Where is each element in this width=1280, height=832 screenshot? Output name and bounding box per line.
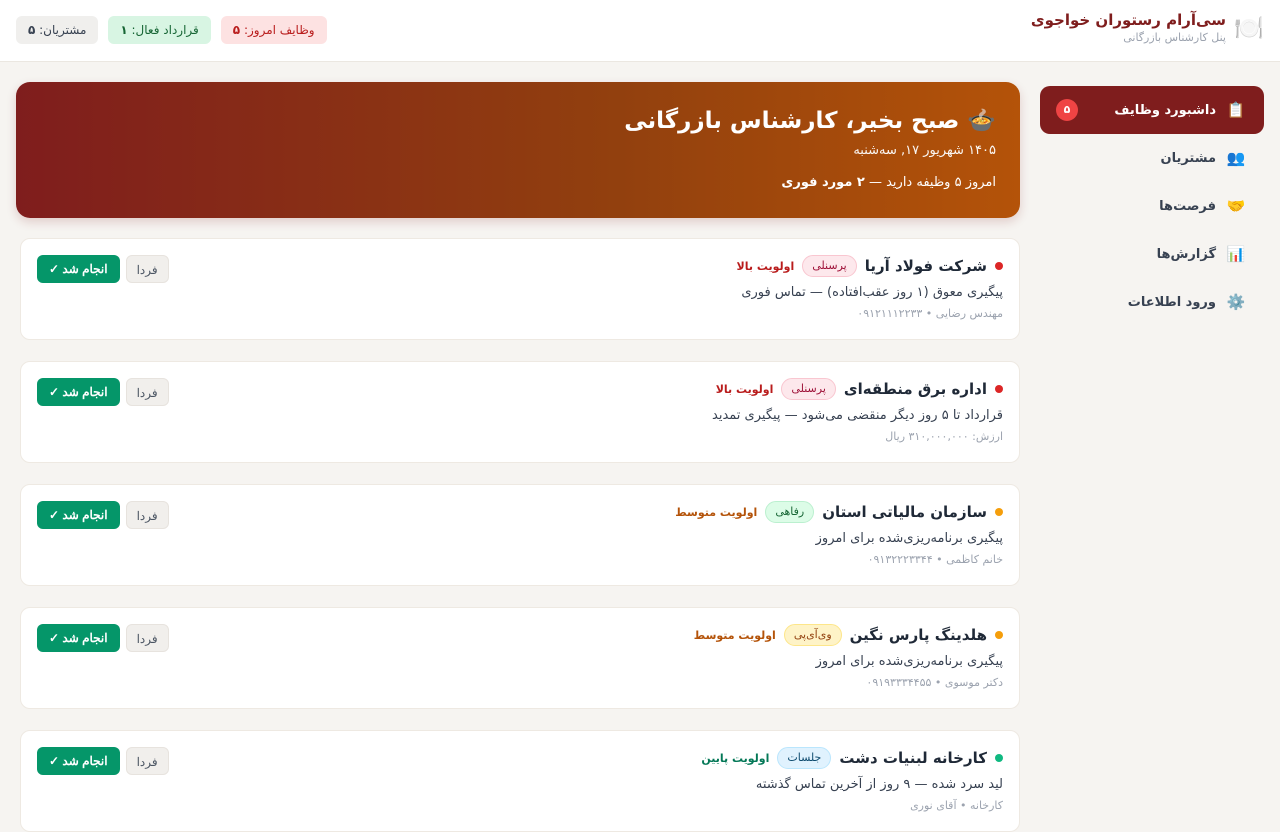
task-description: پیگیری برنامه‌ریزی‌شده برای امروز: [815, 531, 1003, 546]
gear-icon: ⚙️: [1226, 293, 1246, 311]
priority-dot: [995, 754, 1003, 762]
task-list: شرکت فولاد آریا پرسنلی اولویت بالا پیگیری م…: [16, 238, 1020, 832]
stat-badge: قرارداد فعال: ۱: [108, 16, 211, 44]
users-icon: 👥: [1226, 149, 1246, 167]
task-card: هلدینگ پارس نگین وی‌آی‌پی اولویت متوسط پیگی…: [20, 607, 1020, 709]
priority-dot: [995, 262, 1003, 270]
task-meta: دکتر موسوی • ۰۹۱۹۳۳۳۴۴۵۵: [866, 676, 1003, 689]
sidebar-item-label: ورود اطلاعات: [1127, 294, 1216, 310]
sidebar-item-chart[interactable]: 📊 گزارش‌ها: [1040, 230, 1264, 278]
mark-done-button[interactable]: انجام شد ✓: [37, 624, 120, 652]
sidebar-item-label: مشتریان: [1160, 150, 1216, 166]
task-description: قرارداد تا ۵ روز دیگر منقضی می‌شود — پیگ…: [712, 408, 1003, 423]
category-tag: رفاهی: [765, 501, 815, 523]
task-card: شرکت فولاد آریا پرسنلی اولویت بالا پیگیری م…: [20, 238, 1020, 340]
priority-dot: [995, 508, 1003, 516]
task-customer-name[interactable]: سازمان مالیاتی استان: [822, 503, 987, 521]
task-card: کارخانه لبنیات دشت جلسات اولویت پایین لید س…: [20, 730, 1020, 832]
sidebar-item-label: گزارش‌ها: [1156, 246, 1216, 262]
task-meta: مهندس رضایی • ۰۹۱۲۱۱۱۲۲۳۳: [857, 307, 1003, 320]
greeting-text: صبح بخیر، کارشناس بازرگانی: [624, 108, 960, 134]
priority-label: اولویت بالا: [736, 259, 795, 273]
clipboard-icon: 📋: [1226, 101, 1246, 119]
mark-done-button[interactable]: انجام شد ✓: [37, 747, 120, 775]
mark-done-button[interactable]: انجام شد ✓: [37, 378, 120, 406]
task-description: لید سرد شده — ۹ روز از آخرین تماس گذشته: [755, 777, 1003, 792]
priority-dot: [995, 631, 1003, 639]
task-customer-name[interactable]: اداره برق منطقه‌ای: [844, 380, 987, 398]
sidebar: 📋 داشبورد وظایف ۵ 👥 مشتریان 🤝 فرصت‌ها 📊 گزارش‌ها…: [1040, 86, 1264, 326]
count-badge: ۵: [1056, 99, 1078, 121]
task-card: سازمان مالیاتی استان رفاهی اولویت متوسط پیگ…: [20, 484, 1020, 586]
postpone-button[interactable]: فردا: [125, 501, 169, 529]
stat-badge: مشتریان: ۵: [16, 16, 99, 44]
priority-label: اولویت پایین: [701, 751, 770, 765]
greeting-banner: 🍲 صبح بخیر، کارشناس بازرگانی ۱۴۰۵ شهریور…: [16, 82, 1020, 218]
category-tag: وی‌آی‌پی: [783, 624, 842, 646]
task-summary: امروز ۵ وظیفه دارید — ۲ مورد فوری: [781, 175, 996, 190]
task-customer-name[interactable]: شرکت فولاد آریا: [865, 257, 987, 275]
task-customer-name[interactable]: کارخانه لبنیات دشت: [839, 749, 987, 767]
task-customer-name[interactable]: هلدینگ پارس نگین: [850, 626, 987, 644]
stat-badge: وظایف امروز: ۵: [220, 16, 327, 44]
category-tag: پرسنلی: [781, 378, 836, 400]
mark-done-button[interactable]: انجام شد ✓: [37, 255, 120, 283]
postpone-button[interactable]: فردا: [125, 255, 169, 283]
stats-bar: مشتریان: ۵ قرارداد فعال: ۱ وظایف امروز: ۵: [16, 16, 327, 44]
sidebar-item-label: فرصت‌ها: [1159, 198, 1216, 214]
pot-icon: 🍲: [967, 108, 996, 134]
priority-label: اولویت متوسط: [675, 505, 758, 519]
postpone-button[interactable]: فردا: [125, 747, 169, 775]
mark-done-button[interactable]: انجام شد ✓: [37, 501, 120, 529]
sidebar-item-handshake[interactable]: 🤝 فرصت‌ها: [1040, 182, 1264, 230]
sidebar-item-clipboard[interactable]: 📋 داشبورد وظایف ۵: [1040, 86, 1264, 134]
task-meta: خانم کاظمی • ۰۹۱۳۲۲۲۳۳۴۴: [867, 553, 1003, 566]
postpone-button[interactable]: فردا: [125, 378, 169, 406]
category-tag: پرسنلی: [802, 255, 857, 277]
plate-icon: 🍽️: [1234, 14, 1264, 42]
category-tag: جلسات: [777, 747, 832, 769]
task-description: پیگیری معوق (۱ روز عقب‌افتاده) — تماس فو…: [741, 285, 1003, 300]
priority-label: اولویت متوسط: [693, 628, 776, 642]
priority-label: اولویت بالا: [715, 382, 774, 396]
sidebar-item-label: داشبورد وظایف: [1114, 102, 1216, 118]
current-date: ۱۴۰۵ شهریور ۱۷, سه‌شنبه: [853, 143, 996, 158]
sidebar-item-gear[interactable]: ⚙️ ورود اطلاعات: [1040, 278, 1264, 326]
urgent-count: ۲ مورد فوری: [781, 175, 865, 190]
app-subtitle: پنل کارشناس بازرگانی: [1123, 31, 1226, 44]
priority-dot: [995, 385, 1003, 393]
brand[interactable]: 🍽️ سی‌آرام رستوران خواجوی پنل کارشناس با…: [1031, 10, 1264, 46]
task-description: پیگیری برنامه‌ریزی‌شده برای امروز: [815, 654, 1003, 669]
task-card: اداره برق منطقه‌ای پرسنلی اولویت بالا قرارد…: [20, 361, 1020, 463]
postpone-button[interactable]: فردا: [125, 624, 169, 652]
top-bar: 🍽️ سی‌آرام رستوران خواجوی پنل کارشناس با…: [0, 0, 1280, 62]
handshake-icon: 🤝: [1226, 197, 1246, 215]
main-content: 🍲 صبح بخیر، کارشناس بازرگانی ۱۴۰۵ شهریور…: [16, 82, 1020, 832]
task-meta: ارزش: ۳۱۰,۰۰۰,۰۰۰ ریال: [885, 430, 1003, 443]
sidebar-item-users[interactable]: 👥 مشتریان: [1040, 134, 1264, 182]
chart-icon: 📊: [1226, 245, 1246, 263]
app-title: سی‌آرام رستوران خواجوی: [1030, 11, 1226, 29]
